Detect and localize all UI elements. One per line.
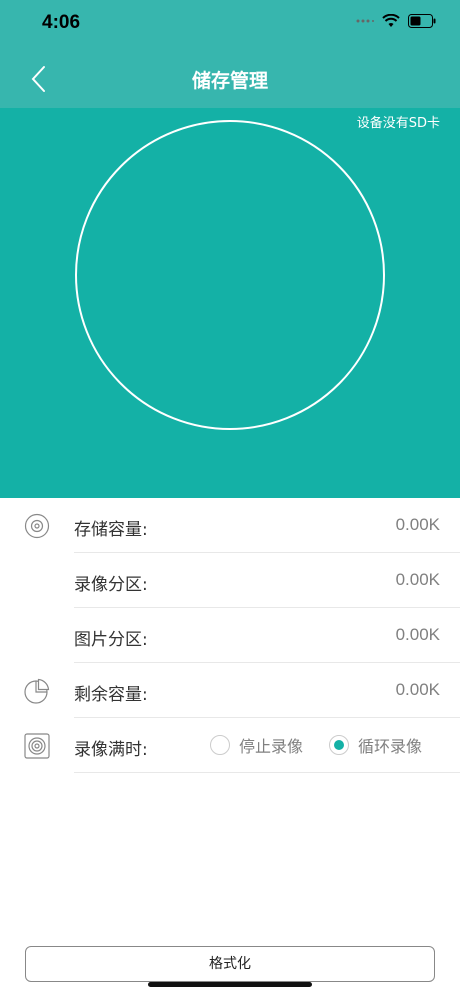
record-full-label: 录像满时: (74, 740, 148, 760)
remaining-capacity-value: 0.00K (395, 680, 440, 699)
image-partition-label: 图片分区: (74, 630, 148, 650)
radio-stop-recording-label: 停止录像 (239, 737, 304, 756)
remaining-capacity-label: 剩余容量: (74, 685, 148, 705)
radio-indicator[interactable] (329, 735, 350, 755)
wifi-icon (382, 14, 400, 27)
row-total-capacity: 存储容量: 0.00K (0, 498, 460, 553)
battery-icon (408, 14, 436, 28)
format-button[interactable]: 格式化 (25, 946, 435, 982)
image-partition-value: 0.00K (395, 625, 440, 644)
row-video-partition: 录像分区: 0.00K (0, 553, 460, 608)
radio-loop-recording-label: 循环录像 (358, 737, 423, 756)
row-image-partition: 图片分区: 0.00K (0, 608, 460, 663)
radio-loop-recording[interactable]: 循环录像 (329, 733, 422, 757)
radio-stop-recording[interactable]: 停止录像 (210, 733, 303, 757)
record-full-options: 停止录像 循环录像 (210, 733, 448, 757)
storage-ring (75, 120, 385, 430)
status-bar: 4:06 (0, 0, 460, 50)
total-capacity-label: 存储容量: (74, 520, 148, 540)
row-record-full: 录像满时: 停止录像 循环录像 (0, 718, 460, 773)
speaker-box-icon (24, 733, 50, 759)
signal-dots-icon (356, 19, 374, 23)
page-title: 储存管理 (191, 70, 268, 92)
nav-bar: 储存管理 (0, 50, 460, 109)
radio-indicator[interactable] (210, 735, 230, 755)
status-time: 4:06 (42, 12, 81, 33)
divider (74, 772, 460, 773)
pie-chart-icon (24, 678, 50, 704)
sd-status-text: 设备没有SD卡 (356, 116, 440, 131)
storage-hero: 设备没有SD卡 (0, 108, 460, 498)
total-capacity-value: 0.00K (395, 515, 440, 534)
home-indicator (148, 982, 312, 987)
row-remaining-capacity: 剩余容量: 0.00K (0, 663, 460, 718)
video-partition-label: 录像分区: (74, 575, 148, 595)
video-partition-value: 0.00K (395, 570, 440, 589)
disc-icon (24, 513, 50, 539)
status-icons (356, 14, 436, 28)
storage-list: 存储容量: 0.00K 录像分区: 0.00K 图片分区: 0.00K 剩余容量… (0, 498, 460, 773)
